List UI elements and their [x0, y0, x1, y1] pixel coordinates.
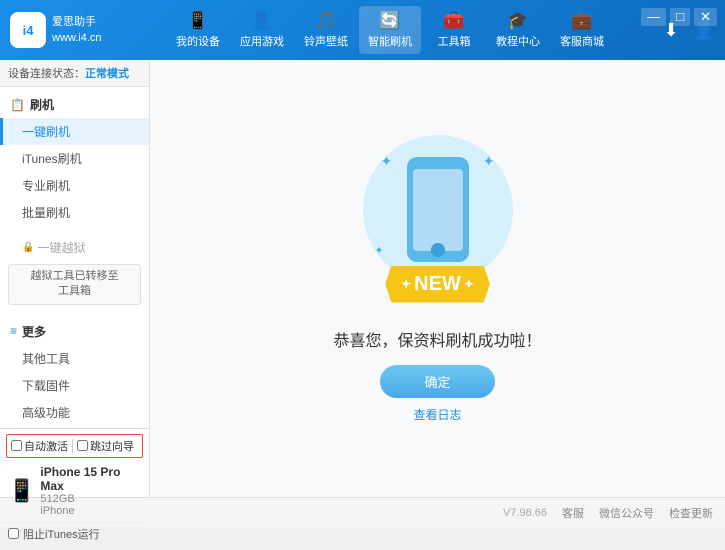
- nav-label-apps: 应用游戏: [240, 33, 284, 49]
- new-badge-text: NEW: [414, 273, 461, 296]
- more-section: ≡ 更多 其他工具 下载固件 高级功能: [0, 316, 149, 428]
- nav-item-my-device[interactable]: 📱 我的设备: [167, 6, 229, 54]
- toolbox-icon: 🧰: [443, 11, 464, 31]
- new-badge-stars-right: ✦: [464, 277, 474, 291]
- success-text: 恭喜您，保资料刷机成功啦！: [333, 327, 541, 351]
- device-phone-icon: 📱: [8, 478, 35, 504]
- sidebar-item-one-key-flash[interactable]: 一键刷机: [0, 118, 149, 145]
- service-icon: 💼: [571, 11, 592, 31]
- nav-item-apps-games[interactable]: 👤 应用游戏: [231, 6, 293, 54]
- content-area: ✦ ✦ ✦ ✦ NEW ✦ 恭喜您，保资料刷机成功啦！ 确定 查看日志: [150, 60, 725, 497]
- lock-icon: 🔒: [22, 242, 34, 253]
- status-bar: 设备连接状态：正常模式: [0, 60, 149, 87]
- nav-label-smart-flash: 智能刷机: [368, 33, 412, 49]
- header: i4 爱思助手 www.i4.cn 📱 我的设备 👤 应用游戏 🎵 铃声壁纸 🔄…: [0, 0, 725, 60]
- logo: i4 爱思助手 www.i4.cn: [10, 12, 102, 48]
- logo-icon: i4: [10, 12, 46, 48]
- checkbox-options-row: 自动激活 跳过向导: [6, 434, 143, 458]
- more-icon: ≡: [10, 324, 17, 338]
- logo-text: 爱思助手 www.i4.cn: [52, 14, 102, 47]
- sidebar-bottom: 自动激活 跳过向导 📱 iPhone 15 Pro Max 512GB iPho…: [0, 428, 149, 550]
- itunes-label: 阻止iTunes运行: [23, 526, 100, 542]
- success-illustration: ✦ ✦ ✦ ✦ NEW ✦: [363, 135, 513, 285]
- sidebar: 设备连接状态：正常模式 📋 刷机 一键刷机 iTunes刷机 专业刷机 批量刷机…: [0, 60, 150, 497]
- device-details: iPhone 15 Pro Max 512GB iPhone: [40, 465, 141, 517]
- minimize-icon[interactable]: —: [641, 8, 666, 26]
- flash-icon: 📋: [10, 98, 25, 112]
- close-icon[interactable]: ✕: [694, 8, 717, 26]
- footer-item-service[interactable]: 客服: [562, 505, 584, 521]
- nav-label-service: 客服商城: [560, 33, 604, 49]
- new-badge: ✦ NEW ✦: [385, 266, 490, 303]
- apps-icon: 👤: [251, 11, 272, 31]
- vertical-divider: [72, 439, 73, 453]
- window-controls: — □ ✕: [641, 8, 717, 26]
- sidebar-item-download-fw[interactable]: 下载固件: [0, 372, 149, 399]
- footer-item-update[interactable]: 检查更新: [669, 505, 713, 521]
- confirm-button[interactable]: 确定: [380, 365, 494, 398]
- device-type: iPhone: [40, 505, 141, 517]
- phone-screen: [413, 169, 463, 251]
- phone-body: [407, 157, 469, 262]
- sidebar-item-advanced[interactable]: 高级功能: [0, 399, 149, 426]
- new-badge-stars-left: ✦: [401, 277, 411, 291]
- nav-item-smart-flash[interactable]: 🔄 智能刷机: [359, 6, 421, 54]
- smart-flash-icon: 🔄: [379, 11, 400, 31]
- sidebar-item-batch-flash[interactable]: 批量刷机: [0, 199, 149, 226]
- sparkle-bl-icon: ✦: [375, 244, 384, 257]
- device-name: iPhone 15 Pro Max: [40, 465, 141, 493]
- log-link[interactable]: 查看日志: [413, 406, 461, 423]
- nav-item-tutorials[interactable]: 🎓 教程中心: [487, 6, 549, 54]
- footer-version: V7.98.66: [503, 507, 547, 519]
- restore-icon[interactable]: □: [670, 8, 690, 26]
- ringtone-icon: 🎵: [315, 11, 336, 31]
- sidebar-item-pro-flash[interactable]: 专业刷机: [0, 172, 149, 199]
- itunes-checkbox[interactable]: [8, 528, 19, 539]
- nav-item-toolbox[interactable]: 🧰 工具箱: [423, 6, 485, 54]
- status-value: 正常模式: [85, 68, 129, 80]
- my-device-icon: 📱: [187, 11, 208, 31]
- auto-activate-input[interactable]: [11, 440, 22, 451]
- footer-item-wechat[interactable]: 微信公众号: [599, 505, 654, 521]
- device-storage: 512GB: [40, 493, 141, 505]
- flash-section-title: 📋 刷机: [0, 91, 149, 118]
- sidebar-item-itunes-flash[interactable]: iTunes刷机: [0, 145, 149, 172]
- nav-label-tutorials: 教程中心: [496, 33, 540, 49]
- nav-label-my-device: 我的设备: [176, 33, 220, 49]
- sidebar-item-other-tools[interactable]: 其他工具: [0, 345, 149, 372]
- guide-checkbox[interactable]: 跳过向导: [77, 438, 134, 454]
- jailbreak-note: 越狱工具已转移至工具箱: [8, 264, 141, 305]
- phone-home-button: [431, 243, 445, 257]
- disabled-jailbreak: 🔒 一键越狱: [0, 234, 149, 261]
- nav-item-ringtone[interactable]: 🎵 铃声壁纸: [295, 6, 357, 54]
- sparkle-tl-icon: ✦: [381, 153, 393, 170]
- status-label: 设备连接状态：: [8, 68, 85, 80]
- header-actions: — □ ✕ ⬇ 👤: [663, 20, 715, 41]
- flash-section: 📋 刷机 一键刷机 iTunes刷机 专业刷机 批量刷机: [0, 87, 149, 230]
- auto-activate-checkbox[interactable]: 自动激活: [11, 438, 68, 454]
- nav-label-ringtone: 铃声壁纸: [304, 33, 348, 49]
- nav-bar: 📱 我的设备 👤 应用游戏 🎵 铃声壁纸 🔄 智能刷机 🧰 工具箱 🎓 教程中心…: [117, 6, 664, 54]
- nav-label-toolbox: 工具箱: [438, 33, 471, 49]
- sparkle-tr-icon: ✦: [483, 153, 495, 170]
- guide-input[interactable]: [77, 440, 88, 451]
- itunes-row: 阻止iTunes运行: [6, 522, 143, 545]
- nav-item-service[interactable]: 💼 客服商城: [551, 6, 613, 54]
- device-info: 📱 iPhone 15 Pro Max 512GB iPhone: [6, 462, 143, 520]
- phone-circle-bg: ✦ ✦ ✦: [363, 135, 513, 285]
- tutorials-icon: 🎓: [507, 11, 528, 31]
- more-section-title: ≡ 更多: [0, 318, 149, 345]
